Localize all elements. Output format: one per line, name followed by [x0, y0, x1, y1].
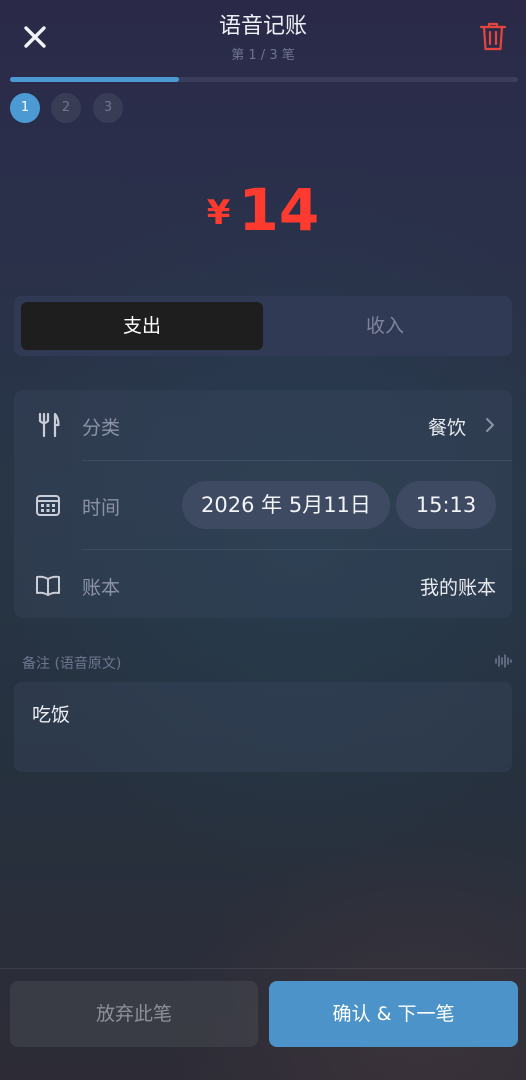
ledger-value: 我的账本 [419, 577, 496, 599]
waveform-icon[interactable] [494, 652, 512, 670]
date-chip[interactable]: 2026 年 5月11日 [182, 481, 390, 529]
note-label: 备注 (语音原文) [22, 656, 122, 672]
row-divider [82, 460, 512, 461]
book-icon [34, 571, 62, 599]
calendar-icon [34, 491, 62, 519]
progress-fill [10, 77, 179, 82]
category-label: 分类 [82, 417, 121, 439]
ledger-label: 账本 [82, 577, 121, 599]
expense-tab[interactable]: 支出 [21, 302, 263, 350]
step-3[interactable]: 3 [93, 93, 123, 123]
delete-button[interactable] [478, 20, 508, 52]
time-label: 时间 [82, 497, 121, 519]
amount-value: 14 [238, 176, 320, 244]
step-2[interactable]: 2 [51, 93, 81, 123]
entry-counter: 第 1 / 3 笔 [231, 48, 295, 63]
footer-divider [0, 968, 526, 969]
currency-symbol: ¥ [206, 193, 231, 233]
discard-button[interactable]: 放弃此笔 [10, 981, 258, 1047]
category-value: 餐饮 [427, 417, 466, 439]
step-1[interactable]: 1 [10, 93, 40, 123]
income-tab[interactable]: 收入 [263, 302, 507, 350]
chevron-right-icon [482, 416, 498, 434]
amount-display[interactable]: ¥14 [0, 176, 526, 244]
note-text: 吃饭 [32, 704, 71, 726]
fork-knife-icon [34, 411, 62, 439]
confirm-next-button[interactable]: 确认 & 下一笔 [269, 981, 518, 1047]
trash-icon [479, 22, 507, 51]
note-input[interactable] [14, 682, 512, 772]
time-chip[interactable]: 15:13 [396, 481, 496, 529]
page-title: 语音记账 [218, 14, 307, 39]
